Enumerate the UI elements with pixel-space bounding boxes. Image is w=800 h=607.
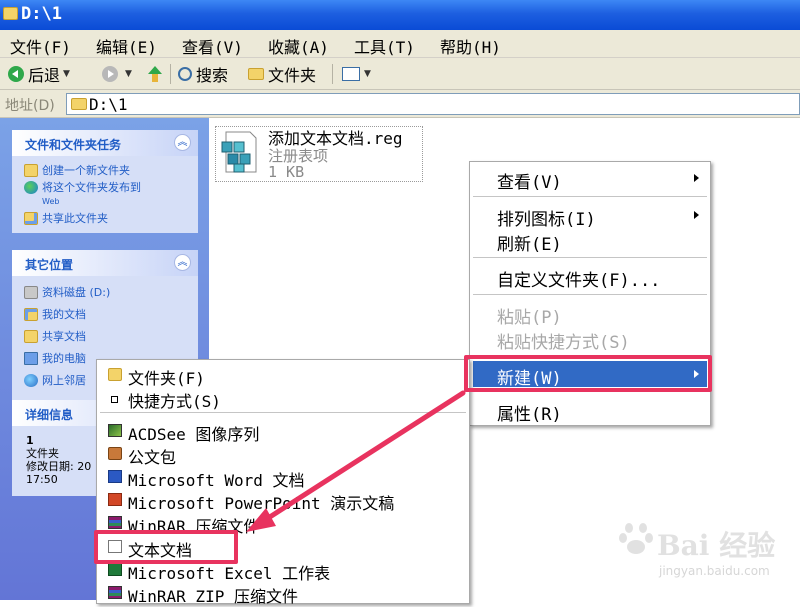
- watermark-brand: Bai 经验: [657, 529, 776, 562]
- watermark-url: jingyan.baidu.com: [659, 564, 770, 578]
- baidu-paw-logo: [619, 523, 653, 554]
- baidu-watermark: Bai 经验 jingyan.baidu.com: [617, 518, 787, 588]
- annotation-arrow-icon: [246, 390, 466, 532]
